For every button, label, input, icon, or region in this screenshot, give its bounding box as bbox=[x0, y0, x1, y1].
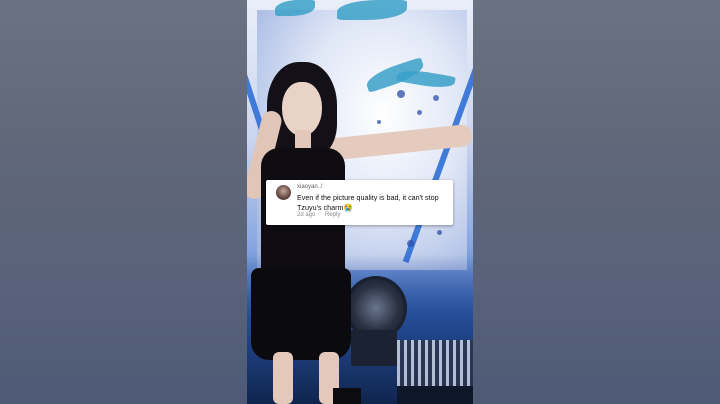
comment-username[interactable]: xiaoyan..! bbox=[297, 184, 323, 190]
comment-timestamp: 2d ago bbox=[297, 212, 316, 218]
avatar[interactable] bbox=[276, 185, 291, 200]
performer-face bbox=[282, 82, 322, 136]
blurred-background-right bbox=[473, 0, 720, 404]
blurred-background-left bbox=[0, 0, 247, 404]
comment-card: xiaoyan..! Even if the picture quality i… bbox=[266, 180, 453, 225]
performer-skirt bbox=[251, 268, 351, 360]
performer-boot bbox=[333, 388, 361, 404]
comment-text: Even if the picture quality is bad, it c… bbox=[297, 193, 439, 212]
reply-button[interactable]: Reply bbox=[325, 212, 340, 218]
performer-leg bbox=[273, 352, 293, 404]
